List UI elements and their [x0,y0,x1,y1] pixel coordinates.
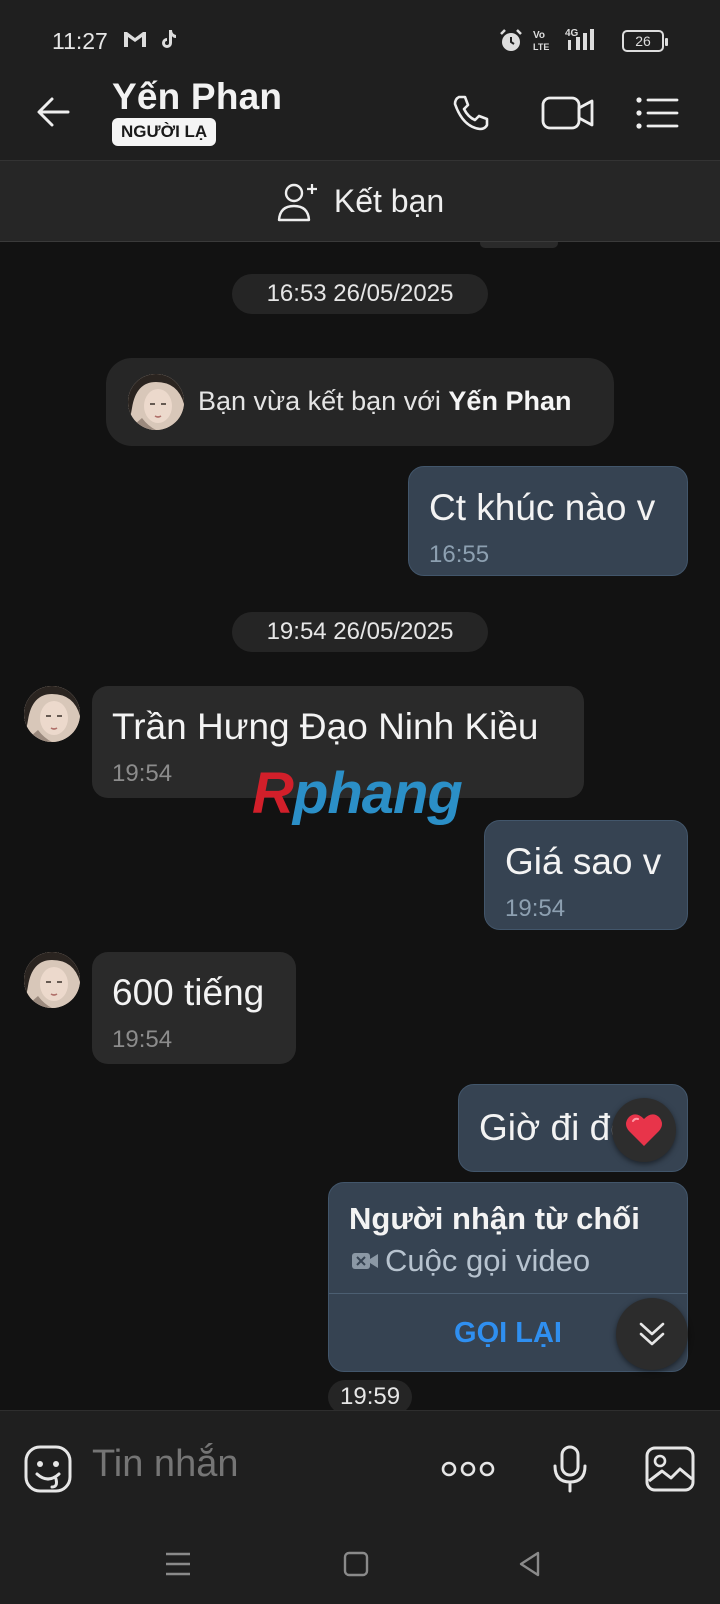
stranger-badge: NGƯỜI LẠ [112,118,217,146]
system-message: Bạn vừa kết bạn với Yến Phan [106,358,614,446]
volte-icon: Vo LTE [532,28,554,57]
battery-icon: 26 [622,30,668,52]
status-time: 11:27 [52,28,108,54]
message-time: 19:54 [112,1026,173,1053]
system-navigation-bar [0,1528,720,1604]
message-list[interactable]: 16:53 26/05/2025 Bạn vừa kết bạn với Yến… [0,242,720,1410]
call-time: 19:59 [328,1380,413,1410]
svg-text:LTE: LTE [533,42,549,52]
scroll-to-bottom-button[interactable] [616,1298,688,1370]
back-triangle-icon [519,1551,540,1577]
recents-button[interactable] [156,1542,200,1586]
system-message-text: Bạn vừa kết bạn với Yến Phan [198,386,572,416]
image-icon [645,1446,695,1492]
message-input[interactable] [92,1443,422,1486]
double-chevron-down-icon [639,1322,665,1346]
message-composer [0,1410,720,1528]
sender-avatar[interactable] [24,686,80,742]
menu-button[interactable] [632,88,682,138]
add-friend-button[interactable]: Kết bạn [0,160,720,242]
alarm-icon [498,28,524,59]
tiktok-icon [160,28,178,55]
add-friend-icon [277,183,317,222]
message-text: Ct khúc nào v [429,487,656,528]
home-square-icon [343,1551,369,1577]
reaction-button[interactable] [612,1098,676,1162]
outgoing-message[interactable]: Ct khúc nào v 16:55 [408,466,688,576]
message-text: Giá sao v [505,841,662,882]
more-options-button[interactable] [440,1441,496,1497]
voice-message-button[interactable] [542,1441,598,1497]
message-time: 16:55 [429,541,490,568]
message-text: Trần Hưng Đạo Ninh Kiều [112,706,539,747]
more-dots-icon [441,1461,495,1477]
scroll-indicator [480,242,558,248]
video-call-button[interactable] [538,88,598,138]
voice-call-button[interactable] [446,88,496,138]
outgoing-message[interactable]: Giá sao v 19:54 [484,820,688,930]
video-call-icon [541,96,594,130]
menu-lines-icon [166,1552,190,1576]
microphone-icon [553,1445,587,1493]
contact-name[interactable]: Yến Phan [112,76,282,118]
chat-header: Yến Phan NGƯỜI LẠ [0,66,720,160]
sticker-button[interactable] [20,1441,76,1497]
system-message-name: Yến Phan [448,386,572,416]
system-back-button[interactable] [508,1542,552,1586]
watermark-logo: Rphang [252,761,463,826]
add-friend-label: Kết bạn [333,182,445,219]
date-separator: 16:53 26/05/2025 [232,274,488,314]
sticker-icon [24,1445,72,1493]
voice-call-icon [453,95,489,131]
incoming-message[interactable]: 600 tiếng 19:54 [92,952,296,1064]
message-text: 600 tiếng [112,972,265,1013]
date-separator: 19:54 26/05/2025 [232,612,488,652]
back-arrow-icon [37,97,70,127]
heart-icon [626,1114,662,1146]
sender-avatar[interactable] [24,952,80,1008]
back-button[interactable] [32,90,76,134]
menu-list-icon [636,97,679,129]
status-bar: 11:27 Vo LTE 4G 26 [0,0,720,66]
gmail-icon [122,28,148,55]
home-button[interactable] [334,1542,378,1586]
message-time: 19:54 [505,895,566,922]
message-time: 19:54 [112,760,173,787]
call-type: Cuộc gọi video [385,1243,591,1278]
image-picker-button[interactable] [642,1441,698,1497]
video-camera-icon [351,1251,379,1276]
avatar[interactable] [128,374,184,430]
call-status-title: Người nhận từ chối [349,1201,640,1236]
4g-signal-icon: 4G [564,26,600,57]
svg-text:Vo: Vo [533,30,545,41]
